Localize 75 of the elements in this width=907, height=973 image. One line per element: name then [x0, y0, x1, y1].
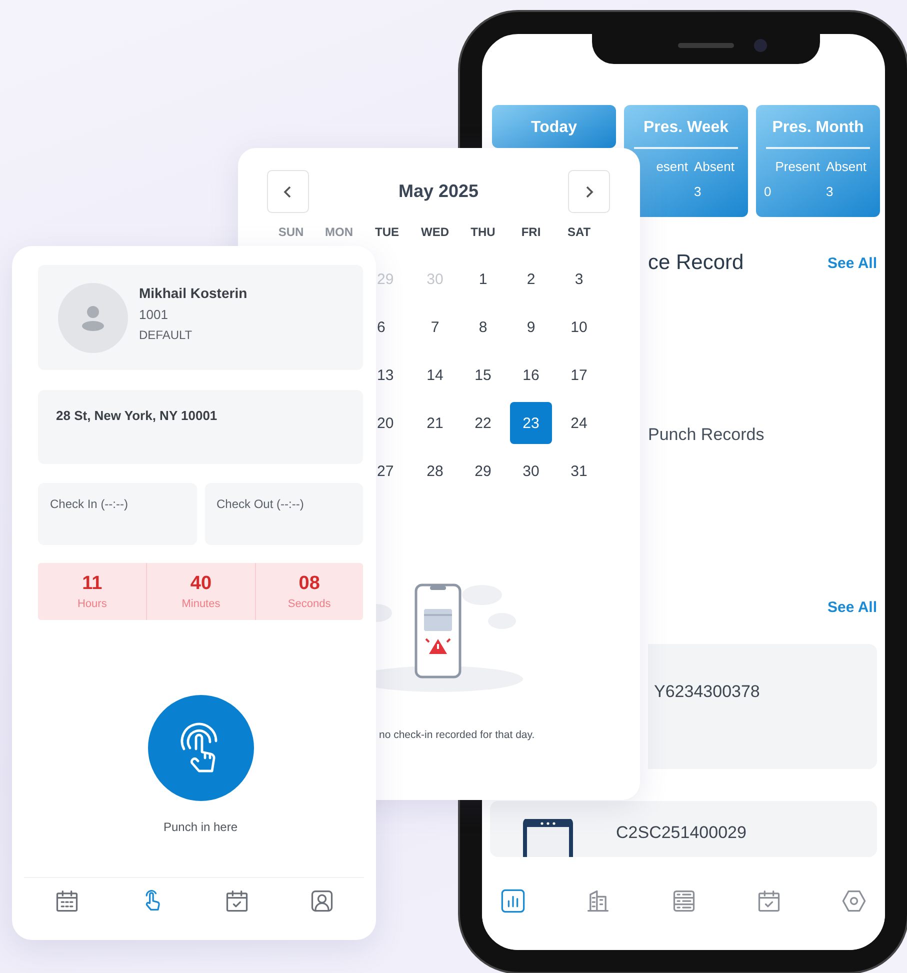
timer-unit: Hours [77, 598, 107, 610]
calendar-day[interactable]: 13 [377, 366, 394, 384]
weekday-label: FRI [520, 225, 542, 241]
calendar-day[interactable]: 17 [570, 366, 588, 384]
nav-hexagon-icon[interactable] [841, 888, 867, 914]
see-all-link[interactable]: See All [828, 254, 877, 272]
calendar-day[interactable]: 30 [522, 462, 540, 480]
user-silhouette-icon [81, 304, 105, 330]
record-code: Y6234300378 [654, 682, 760, 701]
stat-title: Today [530, 119, 578, 138]
stat-label: Present [774, 159, 820, 174]
chevron-right-icon [584, 184, 594, 198]
weekday-label: SUN [277, 225, 305, 241]
calendar-day[interactable]: 6 [377, 318, 386, 336]
employee-name: Mikhail Kosterin [139, 285, 248, 301]
calendar-day[interactable]: 10 [570, 318, 588, 336]
empty-message: no check-in recorded for that day. [379, 729, 536, 741]
timer-unit: Seconds [288, 598, 331, 610]
employee-id: 1001 [139, 307, 169, 322]
timer-unit: Minutes [182, 598, 220, 610]
weekday-label: TUE [374, 225, 400, 241]
calendar-day[interactable]: 1 [478, 270, 488, 288]
calendar-day[interactable]: 3 [574, 270, 584, 288]
stat-value: 3 [825, 184, 834, 199]
section-title: ce Record [648, 251, 744, 275]
weekday-label: SAT [566, 225, 592, 241]
empty-message: Punch Records [648, 425, 766, 445]
nav-list-icon[interactable] [670, 888, 696, 914]
calendar-day[interactable]: 15 [474, 366, 492, 384]
timer-value: 40 [190, 573, 212, 595]
device-icon [522, 819, 574, 857]
record-card[interactable]: Y6234300378 [648, 644, 877, 769]
check-out-card: Check Out (--:--) [204, 483, 363, 545]
stat-value: 3 [693, 184, 702, 199]
stat-label: esent [655, 159, 688, 174]
stat-value: 0 [764, 184, 772, 199]
nav-chart-icon[interactable] [500, 888, 526, 914]
stat-label: Absent [825, 159, 868, 174]
punch-label: Punch in here [163, 820, 238, 834]
stat-title: Pres. Week [642, 119, 730, 138]
calendar-day[interactable]: 16 [522, 366, 540, 384]
check-in-card: Check In (--:--) [38, 483, 196, 545]
calendar-day[interactable]: 21 [426, 414, 444, 432]
calendar-day[interactable]: 8 [478, 318, 488, 336]
nav-calendar-icon[interactable] [54, 888, 80, 914]
calendar-day[interactable]: 14 [426, 366, 444, 384]
stat-label: Absent [693, 159, 736, 174]
nav-user-icon[interactable] [308, 888, 334, 914]
employee-group: DEFAULT [139, 328, 248, 342]
record-code: C2SC251400029 [616, 823, 746, 843]
weekday-label: WED [420, 225, 450, 241]
see-all-link[interactable]: See All [828, 599, 877, 616]
calendar-day[interactable]: 22 [474, 414, 492, 432]
address-card: 28 St, New York, NY 10001 [38, 390, 363, 464]
timer-value: 11 [82, 573, 102, 595]
nav-calendar-check-icon[interactable] [756, 888, 782, 914]
calendar-day[interactable]: 23 [510, 402, 552, 444]
calendar-day[interactable]: 28 [426, 462, 444, 480]
calendar-day[interactable]: 27 [377, 462, 394, 480]
record-card[interactable]: C2SC251400029 [490, 801, 877, 857]
chevron-left-icon [283, 184, 293, 198]
calendar-day[interactable]: 9 [526, 318, 536, 336]
weekday-label: MON [324, 225, 354, 241]
timer-value: 08 [298, 573, 320, 595]
nav-building-icon[interactable] [585, 888, 612, 914]
weekday-label: THU [470, 225, 496, 241]
month-title: May 2025 [398, 181, 479, 202]
nav-calendar-check-icon[interactable] [224, 888, 250, 914]
calendar-day[interactable]: 24 [570, 414, 588, 432]
calendar-day[interactable]: 31 [570, 462, 588, 480]
stat-title: Pres. Month [771, 119, 865, 138]
calendar-day[interactable]: 29 [474, 462, 492, 480]
calendar-day[interactable]: 20 [377, 414, 394, 432]
calendar-day[interactable]: 2 [526, 270, 536, 288]
calendar-day[interactable]: 7 [430, 318, 440, 336]
